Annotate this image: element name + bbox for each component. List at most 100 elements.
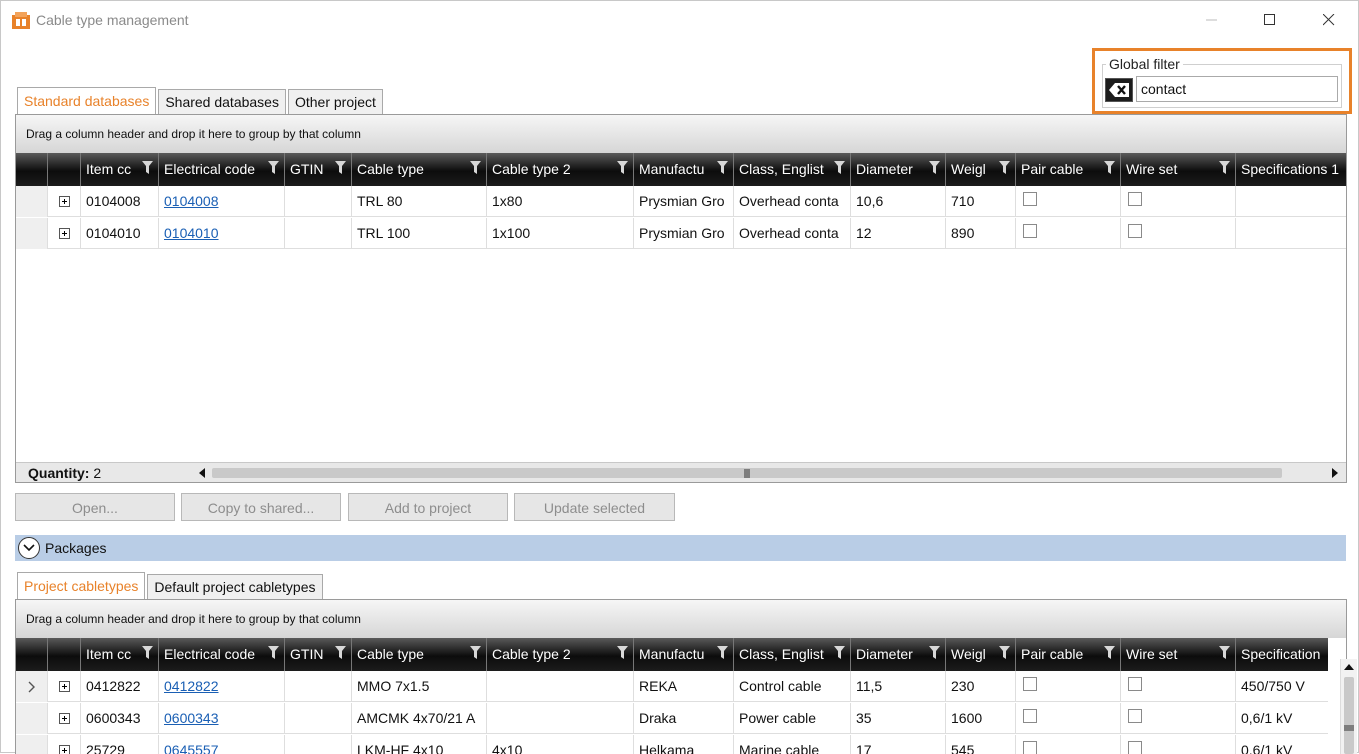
column-header-manufacturer[interactable]: Manufactu bbox=[634, 638, 734, 671]
filter-icon[interactable] bbox=[470, 646, 481, 659]
group-by-panel[interactable]: Drag a column header and drop it here to… bbox=[16, 115, 1346, 153]
filter-icon[interactable] bbox=[929, 646, 940, 659]
pair-cable-checkbox[interactable] bbox=[1023, 741, 1037, 754]
cell-electrical-code[interactable]: 0104008 bbox=[159, 186, 285, 217]
expand-row-button[interactable] bbox=[48, 218, 81, 249]
column-header-gtin[interactable]: GTIN bbox=[285, 638, 352, 671]
filter-icon[interactable] bbox=[1104, 646, 1115, 659]
table-row[interactable]: 25729 0645557 LKM-HF 4x10 4x10 Helkama M… bbox=[16, 735, 1328, 754]
cell-weight[interactable]: 1600 bbox=[946, 703, 1016, 734]
column-header-gtin[interactable]: GTIN bbox=[285, 153, 352, 186]
maximize-button[interactable] bbox=[1247, 7, 1293, 33]
column-header-diameter[interactable]: Diameter bbox=[851, 638, 946, 671]
column-header-specification[interactable]: Specification bbox=[1236, 638, 1328, 671]
cell-item-code[interactable]: 25729 bbox=[81, 735, 159, 754]
filter-icon[interactable] bbox=[335, 161, 346, 174]
filter-icon[interactable] bbox=[470, 161, 481, 174]
column-header-wire-set[interactable]: Wire set bbox=[1121, 638, 1236, 671]
cell-specifications[interactable] bbox=[1236, 218, 1346, 249]
pair-cable-checkbox[interactable] bbox=[1023, 677, 1037, 691]
table-row[interactable]: 0600343 0600343 AMCMK 4x70/21 A Draka Po… bbox=[16, 703, 1328, 734]
column-header-weight[interactable]: Weigl bbox=[946, 638, 1016, 671]
clear-filter-button[interactable] bbox=[1105, 78, 1133, 102]
row-selector[interactable] bbox=[16, 671, 48, 702]
open-button[interactable]: Open... bbox=[15, 493, 175, 521]
cell-cable-type-2[interactable] bbox=[487, 703, 634, 734]
column-header-diameter[interactable]: Diameter bbox=[851, 153, 946, 186]
cell-electrical-code[interactable]: 0412822 bbox=[159, 671, 285, 702]
filter-icon[interactable] bbox=[268, 646, 279, 659]
table-row[interactable]: 0412822 0412822 MMO 7x1.5 REKA Control c… bbox=[16, 671, 1328, 702]
cell-diameter[interactable]: 10,6 bbox=[851, 186, 946, 217]
cell-manufacturer[interactable]: Draka bbox=[634, 703, 734, 734]
cell-gtin[interactable] bbox=[285, 735, 352, 754]
cell-cable-type-2[interactable]: 4x10 bbox=[487, 735, 634, 754]
cell-gtin[interactable] bbox=[285, 186, 352, 217]
cell-weight[interactable]: 890 bbox=[946, 218, 1016, 249]
column-header-cable-type[interactable]: Cable type bbox=[352, 153, 487, 186]
row-selector[interactable] bbox=[16, 186, 48, 217]
cell-electrical-code[interactable]: 0600343 bbox=[159, 703, 285, 734]
row-selector[interactable] bbox=[16, 735, 48, 754]
cell-cable-type[interactable]: MMO 7x1.5 bbox=[352, 671, 487, 702]
close-button[interactable] bbox=[1306, 7, 1352, 33]
table-row[interactable]: 0104010 0104010 TRL 100 1x100 Prysmian G… bbox=[16, 218, 1346, 249]
filter-icon[interactable] bbox=[142, 646, 153, 659]
cell-item-code[interactable]: 0412822 bbox=[81, 671, 159, 702]
filter-icon[interactable] bbox=[142, 161, 153, 174]
filter-icon[interactable] bbox=[999, 646, 1010, 659]
cell-manufacturer[interactable]: Prysmian Gro bbox=[634, 218, 734, 249]
electrical-code-link[interactable]: 0600343 bbox=[164, 710, 219, 726]
column-header-class[interactable]: Class, Englist bbox=[734, 638, 851, 671]
cell-class[interactable]: Marine cable bbox=[734, 735, 851, 754]
expander-toggle[interactable] bbox=[18, 537, 40, 559]
cell-cable-type[interactable]: AMCMK 4x70/21 A bbox=[352, 703, 487, 734]
minimize-button[interactable] bbox=[1189, 7, 1235, 33]
horizontal-scroll-thumb[interactable] bbox=[212, 468, 1282, 478]
update-selected-button[interactable]: Update selected bbox=[514, 493, 675, 521]
filter-icon[interactable] bbox=[1104, 161, 1115, 174]
global-filter-input[interactable] bbox=[1136, 76, 1338, 102]
wire-set-checkbox[interactable] bbox=[1128, 677, 1142, 691]
filter-icon[interactable] bbox=[717, 161, 728, 174]
wire-set-checkbox[interactable] bbox=[1128, 192, 1142, 206]
cell-class[interactable]: Overhead conta bbox=[734, 186, 851, 217]
cell-specification[interactable]: 450/750 V bbox=[1236, 671, 1328, 702]
column-header-wire-set[interactable]: Wire set bbox=[1121, 153, 1236, 186]
scroll-right-icon[interactable] bbox=[1331, 468, 1339, 478]
tab-other-project[interactable]: Other project bbox=[287, 89, 383, 115]
cell-item-code[interactable]: 0600343 bbox=[81, 703, 159, 734]
tab-project-cabletypes[interactable]: Project cabletypes bbox=[17, 572, 146, 600]
cell-diameter[interactable]: 11,5 bbox=[851, 671, 946, 702]
add-to-project-button[interactable]: Add to project bbox=[348, 493, 508, 521]
cell-cable-type-2[interactable]: 1x80 bbox=[487, 186, 634, 217]
expand-row-button[interactable] bbox=[48, 186, 81, 217]
cell-gtin[interactable] bbox=[285, 218, 352, 249]
vertical-scroll-thumb[interactable] bbox=[1344, 677, 1354, 754]
cell-item-code[interactable]: 0104010 bbox=[81, 218, 159, 249]
cell-gtin[interactable] bbox=[285, 703, 352, 734]
column-header-item-code[interactable]: Item cc bbox=[81, 153, 159, 186]
wire-set-checkbox[interactable] bbox=[1128, 224, 1142, 238]
expand-row-button[interactable] bbox=[48, 703, 81, 734]
filter-icon[interactable] bbox=[717, 646, 728, 659]
pair-cable-checkbox[interactable] bbox=[1023, 192, 1037, 206]
cell-specification[interactable]: 0,6/1 kV bbox=[1236, 703, 1328, 734]
cell-class[interactable]: Control cable bbox=[734, 671, 851, 702]
filter-icon[interactable] bbox=[268, 161, 279, 174]
copy-to-shared-button[interactable]: Copy to shared... bbox=[181, 493, 341, 521]
column-header-pair-cable[interactable]: Pair cable bbox=[1016, 638, 1121, 671]
filter-icon[interactable] bbox=[1219, 161, 1230, 174]
column-header-item-code[interactable]: Item cc bbox=[81, 638, 159, 671]
electrical-code-link[interactable]: 0104010 bbox=[164, 225, 219, 241]
cell-cable-type[interactable]: LKM-HF 4x10 bbox=[352, 735, 487, 754]
tab-shared-databases[interactable]: Shared databases bbox=[158, 89, 286, 115]
cell-weight[interactable]: 230 bbox=[946, 671, 1016, 702]
expand-row-button[interactable] bbox=[48, 735, 81, 754]
table-row[interactable]: 0104008 0104008 TRL 80 1x80 Prysmian Gro… bbox=[16, 186, 1346, 217]
column-header-specifications[interactable]: Specifications 1 bbox=[1236, 153, 1346, 186]
column-header-cable-type-2[interactable]: Cable type 2 bbox=[487, 638, 634, 671]
cell-manufacturer[interactable]: Helkama bbox=[634, 735, 734, 754]
cell-manufacturer[interactable]: REKA bbox=[634, 671, 734, 702]
scroll-up-icon[interactable] bbox=[1344, 663, 1354, 671]
